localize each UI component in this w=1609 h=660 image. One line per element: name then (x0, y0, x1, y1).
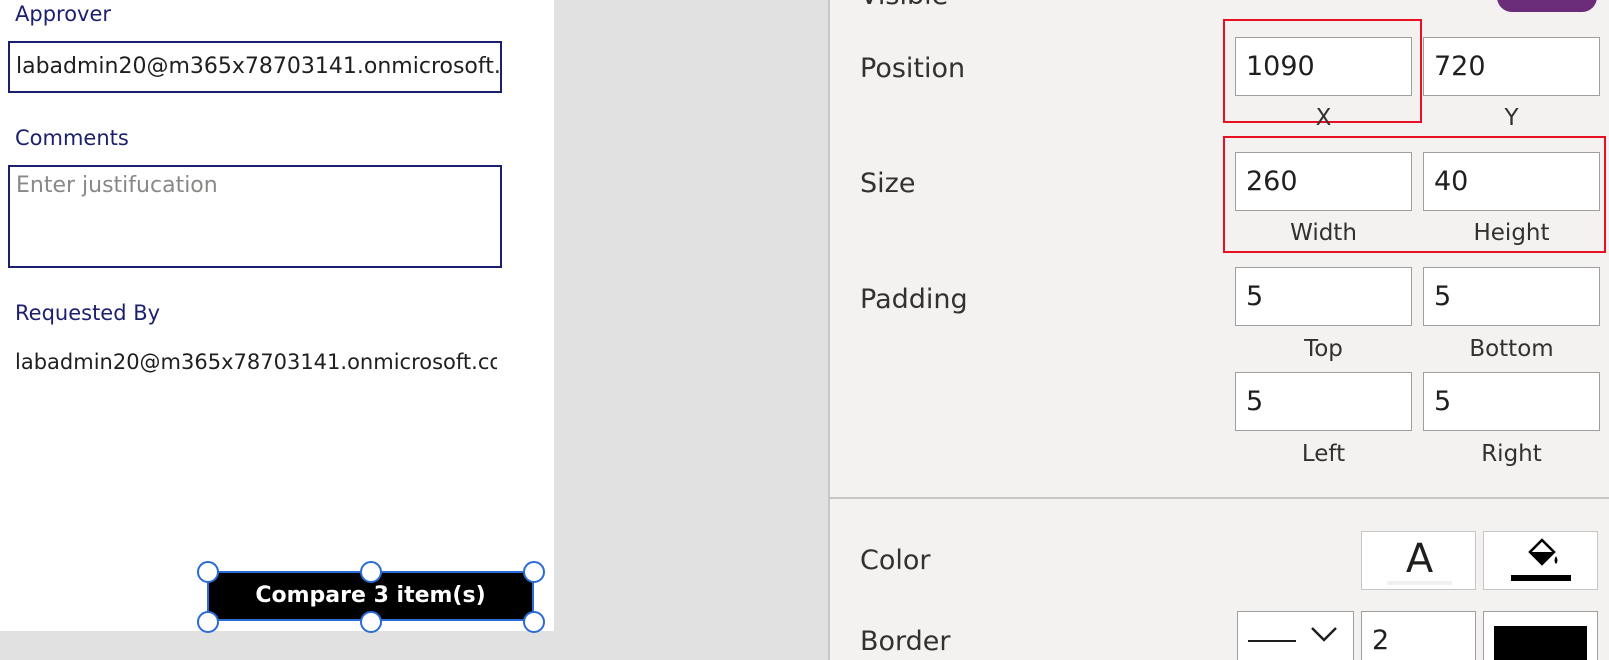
section-divider (830, 497, 1609, 499)
border-style-dropdown[interactable] (1237, 611, 1354, 660)
position-y-input[interactable]: 720 (1423, 37, 1600, 96)
padding-top-input[interactable]: 5 (1235, 267, 1412, 326)
resize-handle-top-left[interactable] (197, 561, 219, 583)
size-width-label: Width (1290, 220, 1357, 246)
padding-right-label: Right (1481, 441, 1542, 467)
size-height-label: Height (1473, 220, 1550, 246)
font-color-bar (1387, 581, 1452, 585)
app-canvas: Approver labadmin20@m365x78703141.onmicr… (0, 0, 554, 633)
chevron-down-icon (1310, 622, 1338, 650)
padding-right-input[interactable]: 5 (1423, 372, 1600, 431)
solid-line-icon (1248, 640, 1296, 642)
visible-label: Visible (860, 0, 948, 11)
position-x-input[interactable]: 1090 (1235, 37, 1412, 96)
size-label: Size (860, 168, 916, 199)
color-label: Color (860, 545, 931, 576)
fill-color-bar (1511, 575, 1571, 581)
properties-panel: Visible Position 1090 720 X Y Size 260 4… (828, 0, 1609, 660)
requested-by-label: Requested By (15, 301, 161, 325)
comments-input[interactable]: Enter justifucation (8, 165, 502, 268)
visible-toggle[interactable] (1497, 0, 1597, 12)
approver-label: Approver (15, 2, 112, 26)
position-label: Position (860, 53, 966, 84)
padding-left-label: Left (1301, 441, 1346, 467)
fill-color-button[interactable] (1483, 531, 1598, 590)
canvas-background (554, 0, 828, 660)
size-width-input[interactable]: 260 (1235, 152, 1412, 211)
padding-left-input[interactable]: 5 (1235, 372, 1412, 431)
position-x-label: X (1315, 105, 1332, 131)
text-color-button[interactable]: A (1361, 531, 1476, 590)
resize-handle-bottom-left[interactable] (197, 611, 219, 633)
padding-bottom-label: Bottom (1469, 336, 1554, 362)
font-color-icon: A (1405, 536, 1434, 582)
resize-handle-bottom-center[interactable] (360, 611, 382, 633)
resize-handle-top-right[interactable] (523, 561, 545, 583)
approver-input[interactable]: labadmin20@m365x78703141.onmicrosoft.com (8, 41, 502, 93)
padding-top-label: Top (1304, 336, 1343, 362)
border-width-input[interactable]: 2 (1361, 611, 1476, 660)
position-y-label: Y (1504, 105, 1519, 131)
border-color-button[interactable] (1483, 611, 1598, 660)
resize-handle-bottom-right[interactable] (523, 611, 545, 633)
padding-label: Padding (860, 284, 968, 315)
border-label: Border (860, 626, 951, 657)
resize-handle-top-center[interactable] (360, 561, 382, 583)
requested-by-value: labadmin20@m365x78703141.onmicrosoft.com (15, 350, 497, 374)
comments-label: Comments (15, 126, 129, 150)
size-height-input[interactable]: 40 (1423, 152, 1600, 211)
padding-bottom-input[interactable]: 5 (1423, 267, 1600, 326)
border-color-swatch (1494, 626, 1587, 660)
